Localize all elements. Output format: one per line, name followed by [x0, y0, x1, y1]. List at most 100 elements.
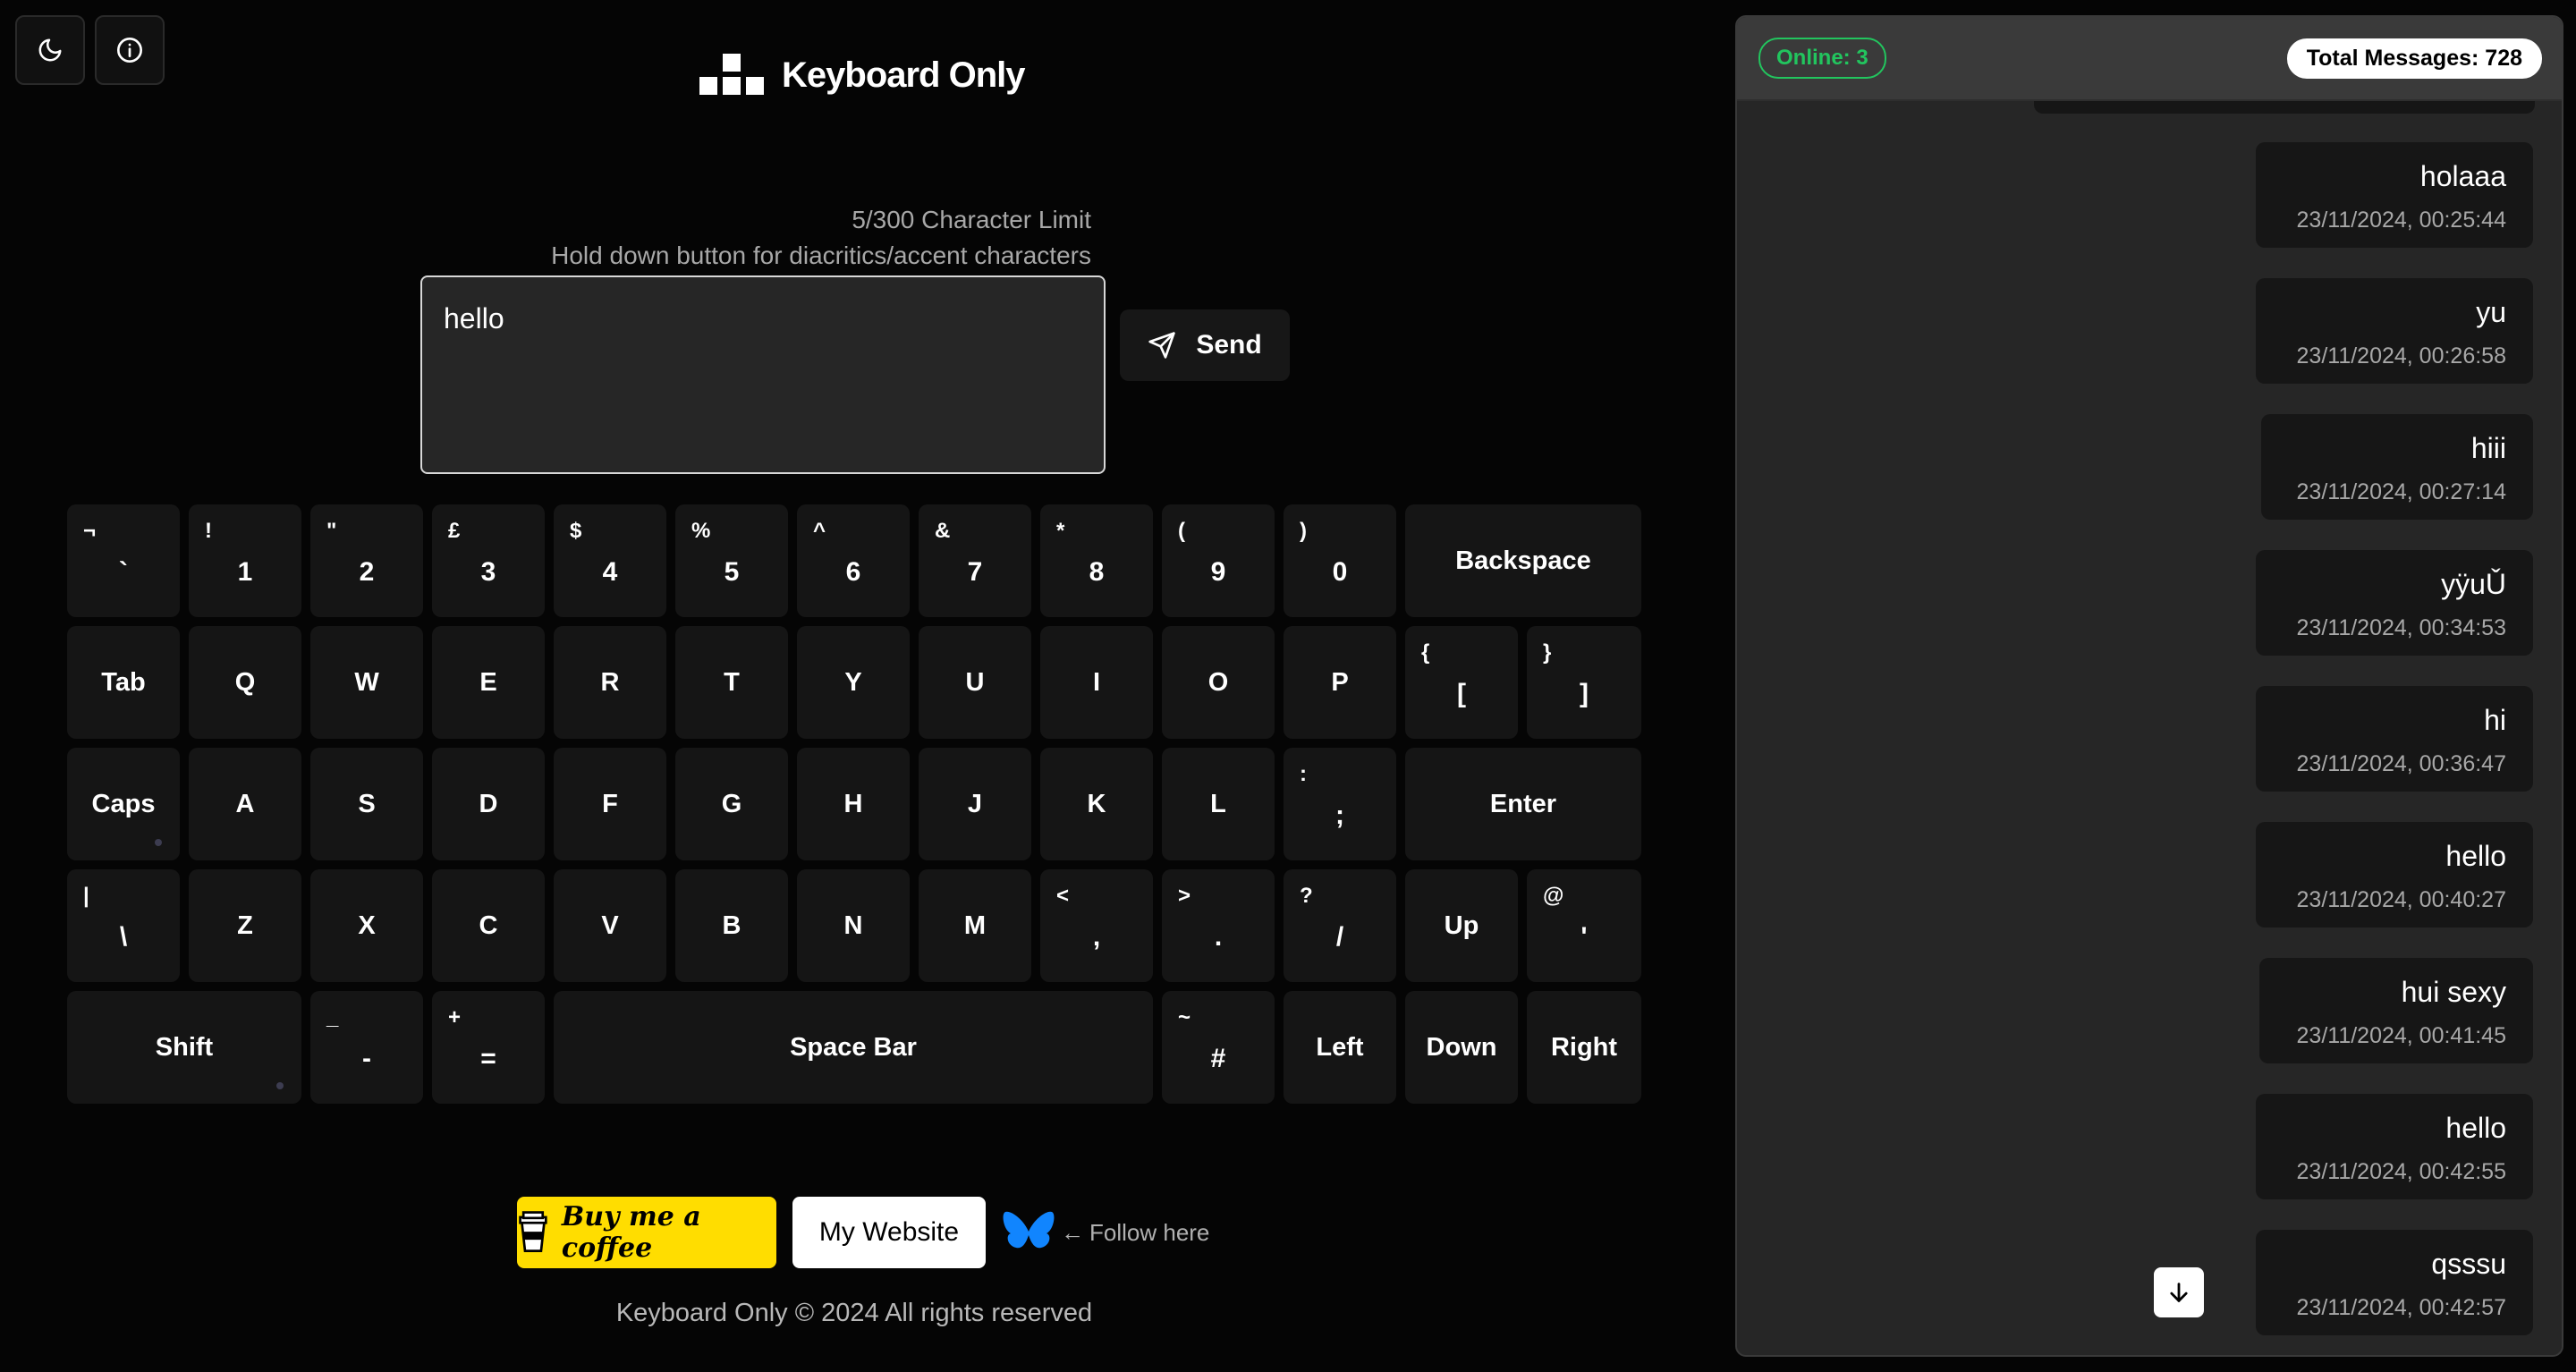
key-o[interactable]: O — [1162, 626, 1275, 739]
key-symbol[interactable]: % 5 — [675, 504, 788, 617]
key-label: V — [601, 910, 619, 940]
key-shift[interactable]: Shift — [67, 991, 301, 1104]
key-enter[interactable]: Enter — [1405, 748, 1641, 860]
key-g[interactable]: G — [675, 748, 788, 860]
key-shift-symbol: : — [1300, 762, 1307, 786]
keyboard-logo-icon — [699, 54, 764, 95]
key-symbol[interactable]: ~ # — [1162, 991, 1275, 1104]
key-symbol[interactable]: >. — [1162, 869, 1275, 982]
key-e[interactable]: E — [432, 626, 545, 739]
key-label: Up — [1444, 910, 1479, 940]
key-w[interactable]: W — [310, 626, 423, 739]
key-symbol[interactable]: ^ 6 — [797, 504, 910, 617]
key-k[interactable]: K — [1040, 748, 1153, 860]
key-x[interactable]: X — [310, 869, 423, 982]
key-p[interactable]: P — [1284, 626, 1396, 739]
arrow-down-icon — [2170, 1283, 2188, 1302]
key-j[interactable]: J — [919, 748, 1031, 860]
info-icon — [117, 38, 142, 63]
key-d[interactable]: D — [432, 748, 545, 860]
key-z[interactable]: Z — [189, 869, 301, 982]
key-r[interactable]: R — [554, 626, 666, 739]
key-symbol[interactable]: + = — [432, 991, 545, 1104]
key-m[interactable]: M — [919, 869, 1031, 982]
key-primary-symbol: 5 — [724, 557, 740, 587]
send-label: Send — [1196, 330, 1262, 360]
logo: Keyboard Only — [698, 52, 1026, 98]
key-symbol[interactable]: ) 0 — [1284, 504, 1396, 617]
key-left[interactable]: Left — [1284, 991, 1396, 1104]
key-l[interactable]: L — [1162, 748, 1275, 860]
key-label: O — [1208, 667, 1229, 697]
key-h[interactable]: H — [797, 748, 910, 860]
key-shift-symbol: & — [935, 519, 951, 543]
key-tab[interactable]: Tab — [67, 626, 180, 739]
key-space-bar[interactable]: Space Bar — [554, 991, 1153, 1104]
key-label: Tab — [101, 667, 146, 697]
key-primary-symbol: . — [1214, 922, 1223, 952]
buy-me-a-coffee-button[interactable]: Buy me a coffee — [517, 1197, 776, 1268]
key-s[interactable]: S — [310, 748, 423, 860]
key-n[interactable]: N — [797, 869, 910, 982]
key-c[interactable]: C — [432, 869, 545, 982]
key-symbol[interactable]: £3 — [432, 504, 545, 617]
key-primary-symbol: / — [1335, 922, 1344, 952]
message-timestamp: 23/11/2024, 00:41:45 — [2296, 1023, 2506, 1048]
key-symbol[interactable]: }] — [1527, 626, 1641, 739]
key-y[interactable]: Y — [797, 626, 910, 739]
bluesky-follow-link[interactable]: ← Follow here — [1002, 1208, 1209, 1257]
message-input[interactable]: hello — [420, 275, 1106, 474]
send-button[interactable]: Send — [1120, 309, 1290, 381]
key-symbol[interactable]: (9 — [1162, 504, 1275, 617]
key-f[interactable]: F — [554, 748, 666, 860]
key-label: Down — [1426, 1032, 1497, 1062]
key-v[interactable]: V — [554, 869, 666, 982]
key-symbol[interactable]: <, — [1040, 869, 1153, 982]
message-text: hi — [2484, 704, 2506, 736]
key-symbol[interactable]: * 8 — [1040, 504, 1153, 617]
my-website-button[interactable]: My Website — [792, 1197, 986, 1268]
key-down[interactable]: Down — [1405, 991, 1518, 1104]
theme-toggle-button[interactable] — [15, 15, 85, 85]
key-primary-symbol: \ — [119, 922, 128, 952]
key-shift-symbol: + — [448, 1005, 462, 1029]
key-symbol[interactable]: ! 1 — [189, 504, 301, 617]
key-symbol[interactable]: :; — [1284, 748, 1396, 860]
key-backspace[interactable]: Backspace — [1405, 504, 1641, 617]
key-t[interactable]: T — [675, 626, 788, 739]
key-shift-symbol: ) — [1300, 519, 1307, 543]
coffee-cup-icon — [519, 1211, 547, 1252]
message-text: hiii — [2470, 432, 2506, 464]
key-caps[interactable]: Caps — [67, 748, 180, 860]
key-label: Left — [1316, 1032, 1364, 1062]
key-right[interactable]: Right — [1527, 991, 1641, 1104]
key-symbol[interactable]: " 2 — [310, 504, 423, 617]
key-label: C — [479, 910, 498, 940]
key-label: Z — [237, 910, 253, 940]
key-u[interactable]: U — [919, 626, 1031, 739]
key-label: Space Bar — [790, 1032, 917, 1062]
key-i[interactable]: I — [1040, 626, 1153, 739]
key-label: Shift — [155, 1032, 214, 1062]
key-label: K — [1087, 789, 1106, 818]
key-symbol[interactable]: | \ — [67, 869, 180, 982]
key-symbol[interactable]: @ ' — [1527, 869, 1641, 982]
key-b[interactable]: B — [675, 869, 788, 982]
key-indicator-dot — [276, 1082, 284, 1089]
key-symbol[interactable]: _ - — [310, 991, 423, 1104]
key-q[interactable]: Q — [189, 626, 301, 739]
key-symbol[interactable]: {[ — [1405, 626, 1518, 739]
key-symbol[interactable]: ¬ ` — [67, 504, 180, 617]
key-label: A — [235, 789, 255, 818]
key-label: P — [1331, 667, 1349, 697]
key-up[interactable]: Up — [1405, 869, 1518, 982]
key-shift-symbol: | — [83, 884, 89, 908]
key-symbol[interactable]: $4 — [554, 504, 666, 617]
key-indicator-dot — [155, 839, 162, 846]
info-button[interactable] — [95, 15, 165, 85]
scroll-to-bottom-button[interactable] — [2154, 1267, 2204, 1317]
key-label: Y — [844, 667, 862, 697]
key-symbol[interactable]: & 7 — [919, 504, 1031, 617]
key-a[interactable]: A — [189, 748, 301, 860]
key-symbol[interactable]: ? / — [1284, 869, 1396, 982]
